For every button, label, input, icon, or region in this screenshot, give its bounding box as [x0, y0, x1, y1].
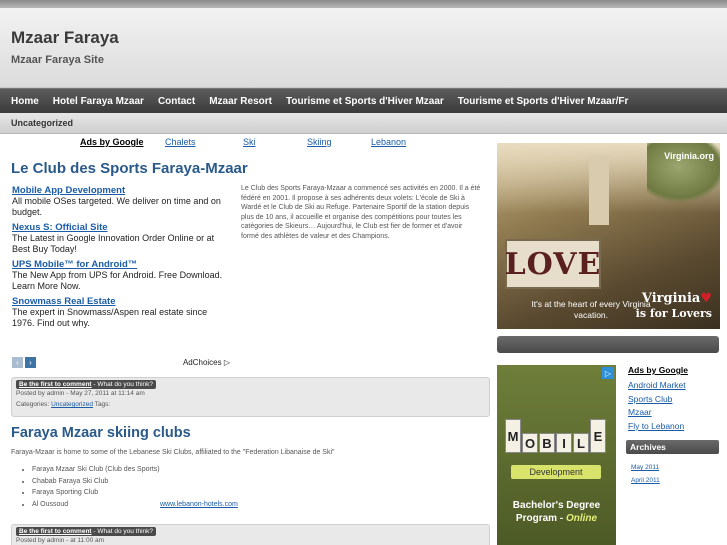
nav-contact[interactable]: Contact	[158, 96, 195, 107]
archives-list: May 2011 April 2011	[631, 461, 660, 487]
category-link[interactable]: Uncategorized	[51, 401, 93, 408]
text-ad-title[interactable]: Mobile App Development	[12, 185, 230, 196]
archives-heading: Archives	[626, 440, 719, 454]
tile: I	[556, 433, 572, 453]
text-ad: UPS Mobile™ for Android™ The New App fro…	[12, 259, 230, 292]
mobile-degree-ad[interactable]: ▷ M O B I L E Development Bachelor's Deg…	[497, 365, 616, 545]
text-ad-block: Mobile App Development All mobile OSes t…	[12, 185, 230, 333]
ad-link-android-market[interactable]: Android Market	[628, 379, 723, 393]
ad-link-mzaar[interactable]: Mzaar	[628, 406, 723, 420]
post-categories: Categories: Uncategorized Tags:	[16, 401, 111, 408]
text-ad-title[interactable]: Nexus S: Official Site	[12, 222, 230, 233]
ad-pager: ‹ › AdChoices ▷	[12, 357, 230, 368]
nav-tourisme-sports-fr[interactable]: Tourisme et Sports d'Hiver Mzaar/Fr	[458, 96, 629, 107]
adchoices-icon[interactable]: ▷	[602, 367, 614, 379]
ad-subtitle: Development	[511, 465, 601, 479]
tile: B	[539, 433, 555, 453]
banner-caption: It's at the heart of every Virginia vaca…	[531, 299, 651, 320]
text-ad: Snowmass Real Estate The expert in Snowm…	[12, 296, 230, 329]
ad-link-ski[interactable]: Ski	[243, 137, 307, 147]
heart-icon: ♥	[700, 291, 712, 306]
post-meta: Be the first to comment - What do you th…	[11, 377, 490, 417]
category-nav: Uncategorized	[0, 113, 727, 134]
main-nav: Home Hotel Faraya Mzaar Contact Mzaar Re…	[0, 88, 727, 113]
tile: E	[590, 419, 606, 453]
post-title[interactable]: Faraya Mzaar skiing clubs	[11, 425, 191, 441]
tile: O	[522, 433, 538, 453]
posted-by: Posted by admin - at 11:00 am	[16, 537, 105, 544]
text-ad-description: The New App from UPS for Android. Free D…	[12, 270, 223, 291]
site-description: Mzaar Faraya Site	[11, 54, 104, 66]
nav-hotel-faraya-mzaar[interactable]: Hotel Faraya Mzaar	[53, 96, 144, 107]
love-sign: LOVE	[505, 239, 601, 289]
tile: M	[505, 419, 521, 453]
list-item: Faraya Mzaar Ski Club (Club des Sports)	[32, 464, 160, 476]
text-ad-title[interactable]: UPS Mobile™ for Android™	[12, 259, 230, 270]
ad-prev-button[interactable]: ‹	[12, 357, 23, 368]
sidebar-ad-links: Ads by Google Android Market Sports Club…	[628, 365, 723, 433]
mobile-tiles: M O B I L E	[505, 419, 607, 453]
post-intro: Faraya-Mzaar is home to some of the Leba…	[11, 449, 335, 456]
nav-tourisme-sports[interactable]: Tourisme et Sports d'Hiver Mzaar	[286, 96, 444, 107]
banner-tower	[589, 155, 609, 225]
ad-headline: Bachelor's Degree Program - Online	[512, 500, 601, 524]
comment-link[interactable]: Be the first to comment - What do you th…	[16, 527, 157, 536]
text-ad-description: All mobile OSes targeted. We deliver on …	[12, 196, 221, 217]
text-ad-title[interactable]: Snowmass Real Estate	[12, 296, 230, 307]
archive-link-april-2011[interactable]: April 2011	[631, 474, 660, 487]
text-ad: Mobile App Development All mobile OSes t…	[12, 185, 230, 218]
top-strip	[0, 0, 727, 8]
nav-uncategorized[interactable]: Uncategorized	[11, 118, 73, 128]
site-title[interactable]: Mzaar Faraya	[11, 28, 716, 48]
posted-by: Posted by admin - May 27, 2011 at 11:14 …	[16, 390, 145, 397]
tile: L	[573, 433, 589, 453]
nav-home[interactable]: Home	[11, 96, 39, 107]
banner-site-name: Virginia.org	[664, 151, 714, 161]
virginia-banner-ad[interactable]: Virginia.org LOVE It's at the heart of e…	[497, 143, 720, 329]
adchoices-link[interactable]: AdChoices ▷	[183, 358, 230, 367]
ad-link-sports-club[interactable]: Sports Club	[628, 393, 723, 407]
text-ad-description: The expert in Snowmass/Aspen real estate…	[12, 307, 208, 328]
ad-link-lebanon[interactable]: Lebanon	[371, 137, 406, 147]
post-title[interactable]: Le Club des Sports Faraya-Mzaar	[11, 160, 484, 177]
archive-link-may-2011[interactable]: May 2011	[631, 461, 660, 474]
ad-link-bar: Ads by Google Chalets Ski Skiing Lebanon	[0, 134, 495, 150]
site-header: Mzaar Faraya Mzaar Faraya Site	[0, 8, 727, 88]
post-body: Le Club des Sports Faraya-Mzaar a commen…	[241, 185, 481, 240]
ad-link-skiing[interactable]: Skiing	[307, 137, 371, 147]
ads-by-google-label[interactable]: Ads by Google	[628, 365, 723, 375]
ads-by-google-label[interactable]: Ads by Google	[80, 137, 165, 147]
text-ad: Nexus S: Official Site The Latest in Goo…	[12, 222, 230, 255]
main-content: Ads by Google Chalets Ski Skiing Lebanon…	[0, 134, 495, 545]
post-meta: Be the first to comment - What do you th…	[11, 524, 490, 545]
list-item: Faraya Sporting Club	[32, 487, 160, 499]
sidebar-widget-header	[497, 336, 719, 353]
ad-link-chalets[interactable]: Chalets	[165, 137, 243, 147]
banner-brand: Virginia♥ is for Lovers	[635, 291, 712, 320]
text-ad-description: The Latest in Google Innovation Order On…	[12, 233, 215, 254]
nav-mzaar-resort[interactable]: Mzaar Resort	[209, 96, 272, 107]
hotel-link[interactable]: www.lebanon-hotels.com	[160, 501, 238, 508]
list-item: Al Oussoud	[32, 499, 160, 511]
list-item: Chabab Faraya Ski Club	[32, 476, 160, 488]
ad-link-fly-to-lebanon[interactable]: Fly to Lebanon	[628, 420, 723, 434]
page: Mzaar Faraya Mzaar Faraya Site Home Hote…	[0, 0, 727, 545]
comment-link[interactable]: Be the first to comment - What do you th…	[16, 380, 157, 389]
ad-next-button[interactable]: ›	[25, 357, 36, 368]
club-list: Faraya Mzaar Ski Club (Club des Sports) …	[22, 464, 160, 510]
